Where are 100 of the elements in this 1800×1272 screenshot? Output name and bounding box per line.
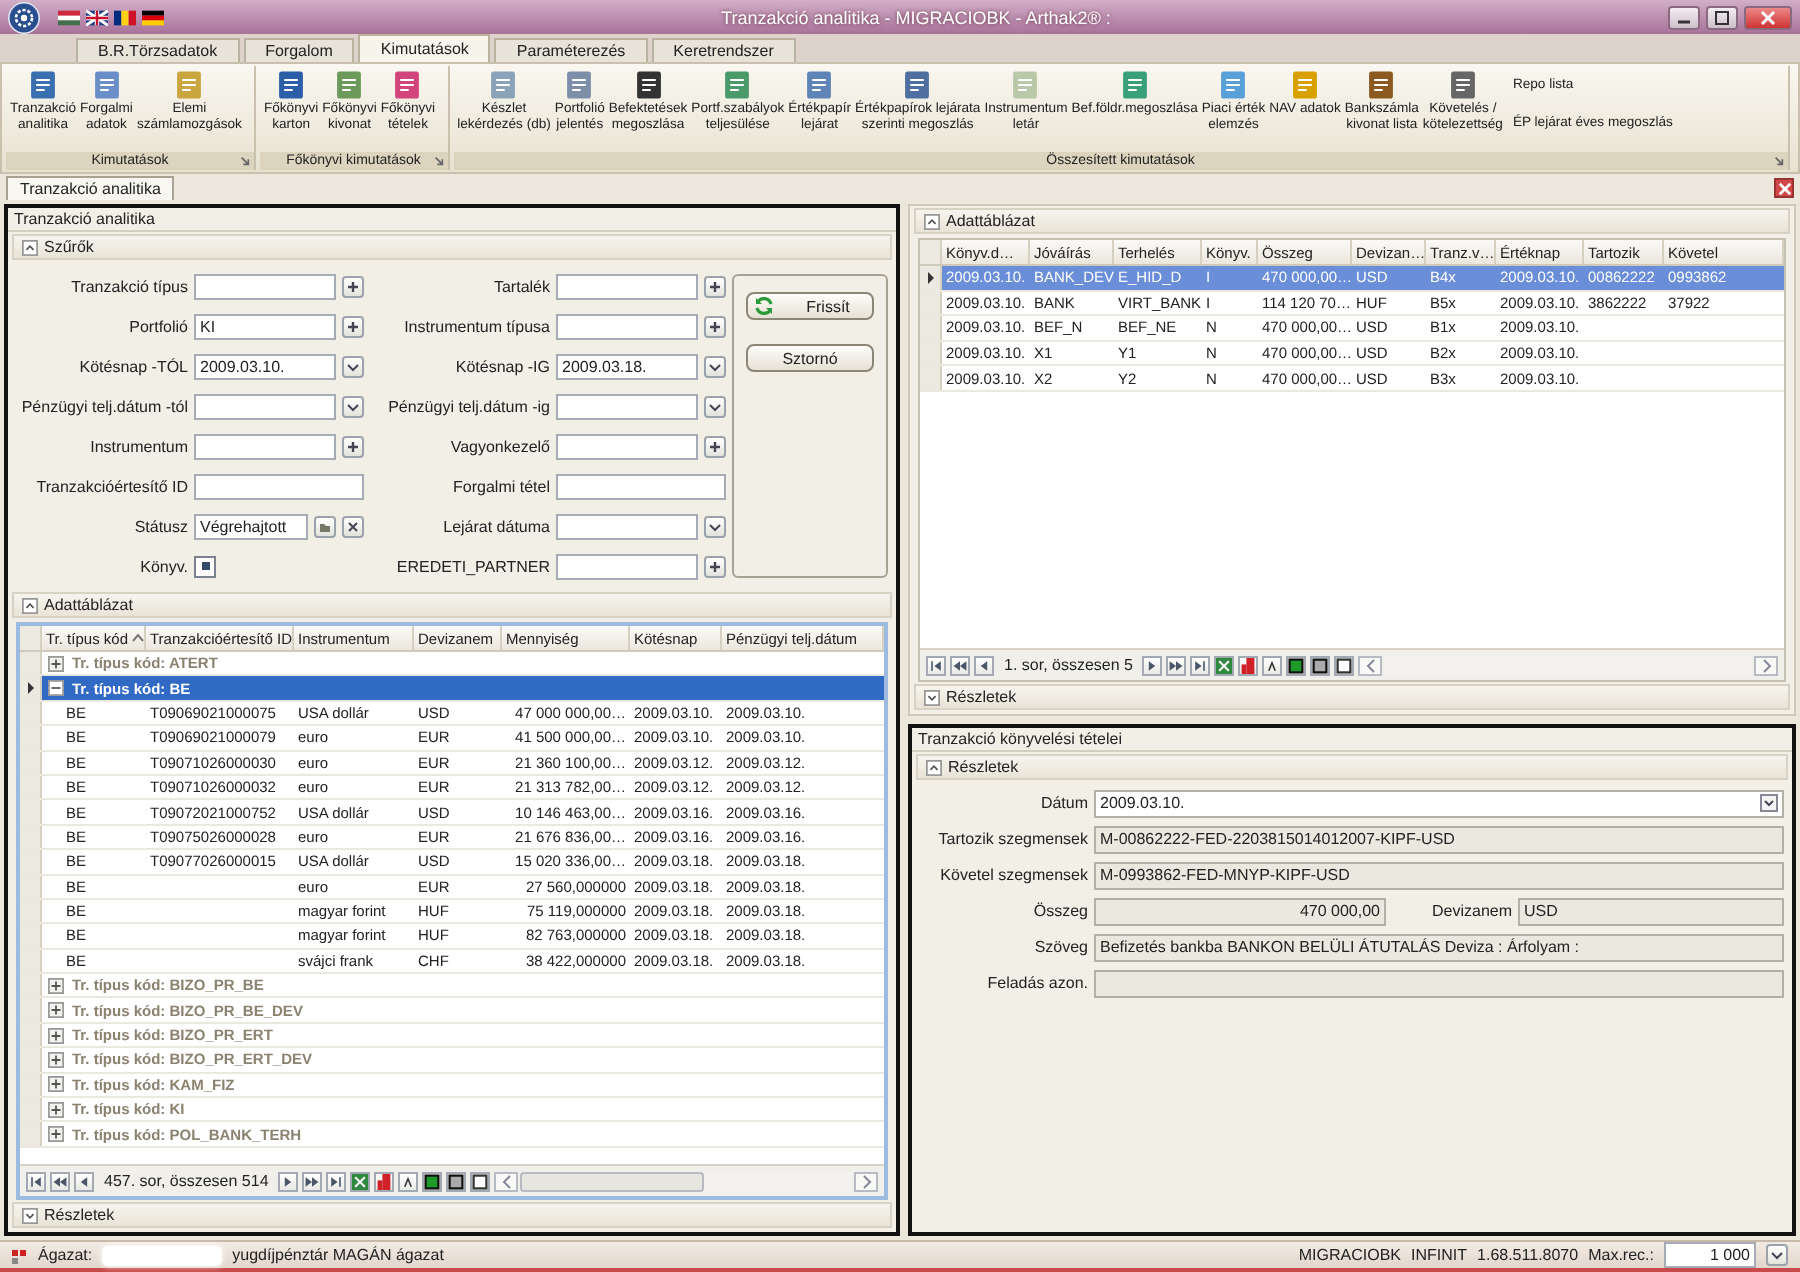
add-button[interactable] [704,275,726,297]
dropdown-icon[interactable] [1760,794,1778,812]
document-tab[interactable]: Tranzakció analitika [6,176,175,200]
next-page-button[interactable] [302,1171,323,1191]
excel-export-button[interactable] [1214,655,1235,675]
input-field[interactable] [194,273,336,299]
pdf-export-button[interactable] [374,1171,395,1191]
expand-icon[interactable] [48,977,64,994]
dialog-launcher-icon[interactable] [239,156,250,166]
input-field[interactable]: 2009.03.10. [194,353,336,379]
input-field[interactable] [194,473,364,499]
border-button[interactable] [446,1171,467,1191]
max-records-field[interactable]: 1 000 [1664,1242,1756,1268]
close-button[interactable] [1744,5,1792,29]
input-field[interactable] [556,313,698,339]
first-page-button[interactable] [926,655,946,675]
border-button[interactable] [1310,655,1331,675]
input-field[interactable]: M-0993862-FED-MNYP-KIPF-USD [1094,861,1784,889]
input-field[interactable] [556,553,698,579]
fill-button[interactable] [422,1171,443,1191]
last-page-button[interactable] [1190,655,1211,675]
dropdown-button[interactable] [704,395,726,417]
cancel-button[interactable]: Sztornó [746,344,874,372]
expand-icon[interactable] [22,1207,38,1223]
next-button[interactable] [278,1171,299,1191]
collapse-icon[interactable] [926,759,942,775]
input-field[interactable] [556,513,698,539]
ribbon-tab[interactable]: Forgalom [243,38,355,62]
input-field[interactable]: USD [1518,897,1784,925]
collapse-icon[interactable] [48,680,64,697]
horizontal-scrollbar[interactable] [1358,655,1778,675]
expand-icon[interactable] [48,1126,64,1143]
checkbox[interactable] [194,555,216,577]
expand-icon[interactable] [48,1076,64,1093]
add-button[interactable] [704,555,726,577]
dropdown-button[interactable] [342,355,364,377]
input-field[interactable] [1094,969,1784,997]
add-button[interactable] [342,275,364,297]
previous-page-button[interactable] [50,1171,70,1191]
flag-icon[interactable] [58,9,80,25]
add-button[interactable] [704,435,726,457]
scroll-right-button[interactable] [854,1171,878,1191]
first-page-button[interactable] [26,1171,46,1191]
horizontal-scrollbar[interactable] [494,1171,878,1191]
refresh-button[interactable]: Frissít [746,292,874,320]
next-page-button[interactable] [1166,655,1187,675]
close-button[interactable] [1774,178,1794,198]
input-field[interactable]: Végrehajtott [194,513,308,539]
next-button[interactable] [1142,655,1163,675]
flag-icon[interactable] [86,9,108,25]
dialog-launcher-icon[interactable] [433,156,444,166]
ribbon-tab[interactable]: Paraméterezés [494,38,648,62]
last-page-button[interactable] [326,1171,347,1191]
input-field[interactable] [556,393,698,419]
previous-button[interactable] [74,1171,94,1191]
scrollbar-thumb[interactable] [520,1171,705,1191]
input-field[interactable] [556,473,726,499]
flag-icon[interactable] [114,9,136,25]
expand-icon[interactable] [48,1051,64,1068]
dropdown-button[interactable] [704,355,726,377]
input-field[interactable] [194,433,336,459]
dropdown-button[interactable] [342,395,364,417]
collapse-icon[interactable] [22,239,38,255]
browse-button[interactable] [314,515,336,537]
row-header[interactable] [920,266,942,290]
blank-button[interactable] [470,1171,491,1191]
logo-icon[interactable] [8,1,40,33]
previous-button[interactable] [974,655,994,675]
expand-icon[interactable] [48,1101,64,1118]
blank-button[interactable] [1334,655,1355,675]
expand-icon[interactable] [48,655,64,672]
previous-page-button[interactable] [950,655,970,675]
input-field[interactable] [556,273,698,299]
excel-export-button[interactable] [350,1171,371,1191]
collapse-icon[interactable] [22,597,38,613]
add-button[interactable] [342,435,364,457]
input-field[interactable]: M-00862222-FED-2203815014012007-KIPF-USD [1094,825,1784,853]
ribbon-tab[interactable]: Kimutatások [358,34,491,62]
ribbon-tab[interactable]: Keretrendszer [651,38,796,62]
scroll-right-button[interactable] [1754,655,1778,675]
input-field[interactable]: Befizetés bankba BANKON BELÜLI ÁTUTALÁS Deviza : Árfolyam : [1094,933,1784,961]
input-field[interactable]: KI [194,313,336,339]
add-button[interactable] [704,315,726,337]
collapse-icon[interactable] [924,213,940,229]
input-field[interactable]: 2009.03.18. [556,353,698,379]
dropdown-field[interactable]: 2009.03.10. [1094,789,1784,817]
fill-button[interactable] [1286,655,1307,675]
expand-icon[interactable] [48,1027,64,1044]
minimize-button[interactable] [1668,5,1700,29]
expand-icon[interactable] [48,1002,64,1019]
add-button[interactable] [342,315,364,337]
dropdown-button[interactable] [1766,1244,1788,1266]
pdf-export-button[interactable] [1238,655,1259,675]
expand-icon[interactable] [924,689,940,705]
input-field[interactable]: 470 000,00 [1094,897,1386,925]
dialog-launcher-icon[interactable] [1774,156,1784,166]
flag-icon[interactable] [142,9,164,25]
clear-button[interactable] [342,515,364,537]
input-field[interactable] [194,393,336,419]
ribbon-tab[interactable]: B.R.Törzsadatok [76,38,240,62]
